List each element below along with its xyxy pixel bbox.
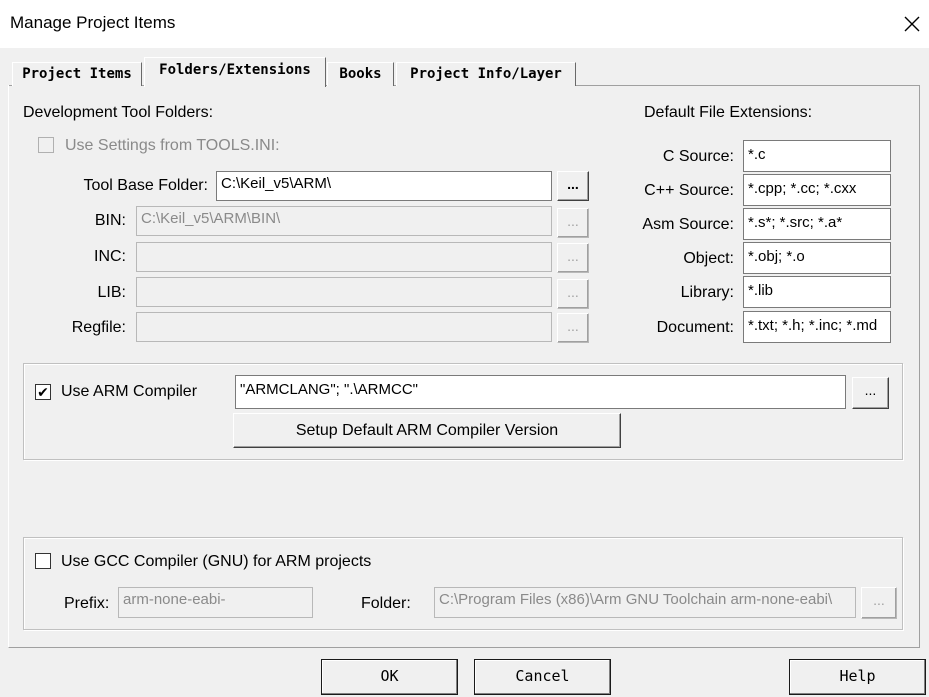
tab-project-info-layer[interactable]: Project Info/Layer <box>396 62 576 86</box>
object-field[interactable]: *.obj; *.o <box>743 242 891 274</box>
asm-source-field[interactable]: *.s*; *.src; *.a* <box>743 208 891 240</box>
regfile-label: Regfile: <box>71 319 126 336</box>
tab-project-items[interactable]: Project Items <box>12 62 142 86</box>
cancel-button[interactable]: Cancel <box>474 659 611 695</box>
tool-base-label: Tool Base Folder: <box>83 177 208 194</box>
use-arm-compiler-checkbox[interactable]: ✔ <box>35 384 51 400</box>
extensions-heading: Default File Extensions: <box>644 104 813 121</box>
tool-base-field[interactable]: C:\Keil_v5\ARM\ <box>216 171 552 201</box>
arm-compiler-field[interactable]: "ARMCLANG"; ".\ARMCC" <box>235 375 846 409</box>
gcc-folder-label: Folder: <box>361 595 411 612</box>
c-source-label: C Source: <box>662 148 734 165</box>
window-title: Manage Project Items <box>10 13 176 32</box>
use-gcc-compiler-label: Use GCC Compiler (GNU) for ARM projects <box>61 553 372 570</box>
document-field[interactable]: *.txt; *.h; *.inc; *.md <box>743 311 891 343</box>
use-arm-compiler-label: Use ARM Compiler <box>61 383 198 400</box>
bin-label: BIN: <box>94 212 126 229</box>
help-button[interactable]: Help <box>789 659 926 695</box>
library-field[interactable]: *.lib <box>743 276 891 308</box>
lib-field[interactable] <box>136 277 552 307</box>
gcc-prefix-label: Prefix: <box>64 595 110 612</box>
inc-browse-button[interactable]: ... <box>557 243 589 273</box>
ok-button[interactable]: OK <box>321 659 458 695</box>
gcc-folder-field[interactable]: C:\Program Files (x86)\Arm GNU Toolchain… <box>434 587 856 618</box>
object-label: Object: <box>683 250 734 267</box>
c-source-field[interactable]: *.c <box>743 140 891 172</box>
use-tools-ini-checkbox[interactable] <box>38 137 54 153</box>
use-tools-ini-label: Use Settings from TOOLS.INI: <box>65 137 280 154</box>
regfile-browse-button[interactable]: ... <box>557 313 589 343</box>
lib-label: LIB: <box>97 284 126 301</box>
cpp-source-label: C++ Source: <box>644 182 734 199</box>
regfile-field[interactable] <box>136 312 552 342</box>
tab-books[interactable]: Books <box>327 62 394 86</box>
arm-compiler-browse-button[interactable]: ... <box>852 377 889 409</box>
bin-browse-button[interactable]: ... <box>557 208 589 238</box>
inc-label: INC: <box>94 248 126 265</box>
cpp-source-field[interactable]: *.cpp; *.cc; *.cxx <box>743 174 891 206</box>
gcc-folder-browse-button[interactable]: ... <box>861 587 897 619</box>
dev-tools-heading: Development Tool Folders: <box>23 104 214 121</box>
close-icon[interactable] <box>899 11 925 37</box>
inc-field[interactable] <box>136 242 552 272</box>
tab-folders-extensions[interactable]: Folders/Extensions <box>144 57 326 87</box>
gcc-prefix-field[interactable]: arm-none-eabi- <box>118 587 313 618</box>
lib-browse-button[interactable]: ... <box>557 279 589 309</box>
asm-source-label: Asm Source: <box>642 216 734 233</box>
bin-field[interactable]: C:\Keil_v5\ARM\BIN\ <box>136 206 552 236</box>
use-gcc-compiler-checkbox[interactable] <box>35 553 51 569</box>
setup-default-arm-compiler-button[interactable]: Setup Default ARM Compiler Version <box>233 413 621 448</box>
library-label: Library: <box>680 284 734 301</box>
document-label: Document: <box>656 319 734 336</box>
tool-base-browse-button[interactable]: ... <box>557 171 589 201</box>
